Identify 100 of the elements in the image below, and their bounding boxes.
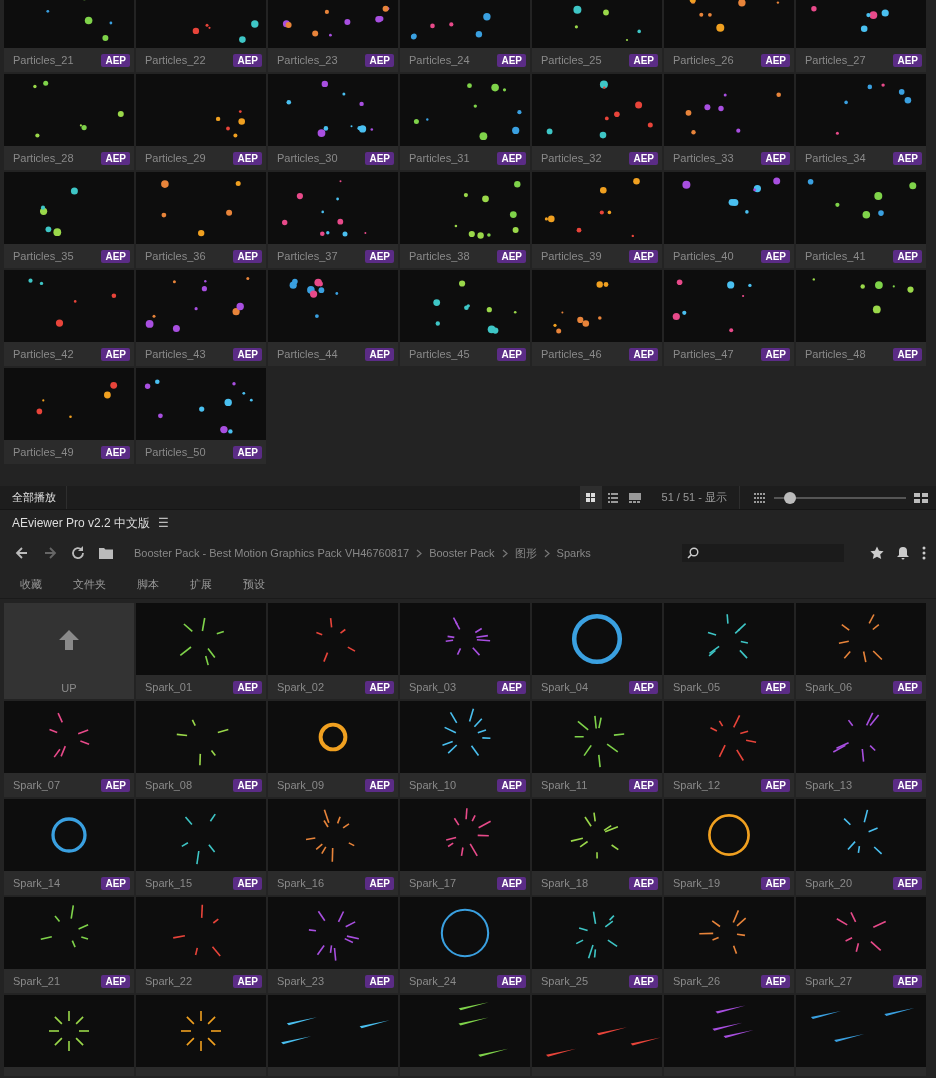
aep-badge: AEP <box>365 680 394 694</box>
aep-badge: AEP <box>893 876 922 890</box>
asset-name: Particles_21 <box>13 54 74 66</box>
aep-badge: AEP <box>233 347 262 361</box>
up-tile[interactable]: UP <box>4 603 134 699</box>
asset-name: Particles_50 <box>145 446 206 458</box>
bell-icon[interactable] <box>896 546 910 560</box>
grid-view-button[interactable] <box>579 486 602 509</box>
asset-name: Spark_20 <box>805 877 853 889</box>
asset-name: Particles_33 <box>673 152 734 164</box>
asset-name: Spark_25 <box>541 975 589 987</box>
asset-name: Spark_17 <box>409 877 457 889</box>
aep-badge: AEP <box>893 151 922 165</box>
asset-name: Particles_36 <box>145 250 206 262</box>
slider-thumb[interactable] <box>783 491 796 504</box>
category-tab[interactable]: 收藏 <box>20 576 42 592</box>
asset-name: Spark_10 <box>409 779 457 791</box>
asset-name: Particles_37 <box>277 250 338 262</box>
asset-name: Particles_26 <box>673 54 734 66</box>
asset-name: Spark_23 <box>277 975 325 987</box>
aep-badge: AEP <box>893 680 922 694</box>
aep-badge: AEP <box>233 445 262 459</box>
asset-name: Particles_44 <box>277 348 338 360</box>
chevron-icon <box>501 548 508 558</box>
aep-badge: AEP <box>761 680 790 694</box>
aep-badge: AEP <box>497 151 526 165</box>
aep-badge: AEP <box>893 974 922 988</box>
refresh-button[interactable] <box>70 545 86 561</box>
breadcrumb-link[interactable]: Booster Pack - Best Motion Graphics Pack VH46760817 <box>134 547 410 559</box>
asset-name: Particles_32 <box>541 152 602 164</box>
aep-badge: AEP <box>893 249 922 263</box>
asset-name: Particles_25 <box>541 54 602 66</box>
search-field[interactable] <box>682 544 844 562</box>
asset-name: Particles_22 <box>145 54 206 66</box>
play-all-button[interactable]: 全部播放 <box>0 486 67 509</box>
asset-name: Spark_04 <box>541 681 589 693</box>
aep-badge: AEP <box>629 347 658 361</box>
aep-badge: AEP <box>629 151 658 165</box>
back-arrow-icon <box>14 545 30 561</box>
item-count: 51 / 51 - 显示 <box>651 486 740 509</box>
asset-name: Spark_01 <box>145 681 193 693</box>
asset-name: Particles_28 <box>13 152 74 164</box>
category-tab[interactable]: 文件夹 <box>73 576 106 592</box>
aep-badge: AEP <box>629 53 658 67</box>
category-tab[interactable]: 脚本 <box>137 576 159 592</box>
aep-badge: AEP <box>629 778 658 792</box>
asset-name: Particles_40 <box>673 250 734 262</box>
folder-icon <box>98 545 114 561</box>
aep-badge: AEP <box>365 876 394 890</box>
aep-badge: AEP <box>497 680 526 694</box>
aep-badge: AEP <box>761 876 790 890</box>
more-options-icon[interactable] <box>922 546 926 560</box>
up-label: UP <box>61 682 77 696</box>
asset-name: Particles_43 <box>145 348 206 360</box>
aep-badge: AEP <box>761 53 790 67</box>
aep-badge: AEP <box>101 445 130 459</box>
asset-name: Particles_38 <box>409 250 470 262</box>
category-tab[interactable]: 扩展 <box>190 576 212 592</box>
asset-name: Particles_47 <box>673 348 734 360</box>
up-arrow-icon <box>58 629 80 651</box>
aep-badge: AEP <box>365 347 394 361</box>
back-button[interactable] <box>14 545 30 561</box>
aep-badge: AEP <box>893 778 922 792</box>
aep-badge: AEP <box>365 778 394 792</box>
aep-badge: AEP <box>629 249 658 263</box>
menu-button[interactable]: ☰ <box>158 516 170 530</box>
asset-name: Spark_26 <box>673 975 721 987</box>
asset-name: Spark_08 <box>145 779 193 791</box>
breadcrumb-link[interactable]: 图形 <box>514 545 537 561</box>
list-icon <box>605 490 620 505</box>
asset-name: Spark_21 <box>13 975 61 987</box>
asset-name: Spark_12 <box>673 779 721 791</box>
aep-badge: AEP <box>629 974 658 988</box>
aep-badge: AEP <box>365 974 394 988</box>
forward-arrow-icon <box>42 545 58 561</box>
folder-button[interactable] <box>98 545 114 561</box>
aep-badge: AEP <box>497 249 526 263</box>
aep-badge: AEP <box>233 876 262 890</box>
asset-name: Spark_27 <box>805 975 853 987</box>
asset-name: Particles_24 <box>409 54 470 66</box>
asset-name: Spark_11 <box>541 779 588 791</box>
aep-badge: AEP <box>761 974 790 988</box>
asset-name: Particles_46 <box>541 348 602 360</box>
asset-name: Particles_45 <box>409 348 470 360</box>
category-tab[interactable]: 预设 <box>243 576 265 592</box>
breadcrumb-link[interactable]: Sparks <box>556 547 591 559</box>
aep-badge: AEP <box>101 347 130 361</box>
aep-badge: AEP <box>629 680 658 694</box>
asset-name: Particles_39 <box>541 250 602 262</box>
aep-badge: AEP <box>365 249 394 263</box>
aep-badge: AEP <box>233 151 262 165</box>
app-title: AEviewer Pro v2.2 中文版 <box>12 514 151 532</box>
breadcrumb-link[interactable]: Booster Pack <box>429 547 495 559</box>
star-icon[interactable] <box>870 546 884 560</box>
asset-name: Spark_03 <box>409 681 457 693</box>
aep-badge: AEP <box>497 778 526 792</box>
aep-badge: AEP <box>101 876 130 890</box>
asset-name: Particles_41 <box>805 250 866 262</box>
asset-name: Spark_09 <box>277 779 325 791</box>
asset-name: Particles_35 <box>13 250 74 262</box>
